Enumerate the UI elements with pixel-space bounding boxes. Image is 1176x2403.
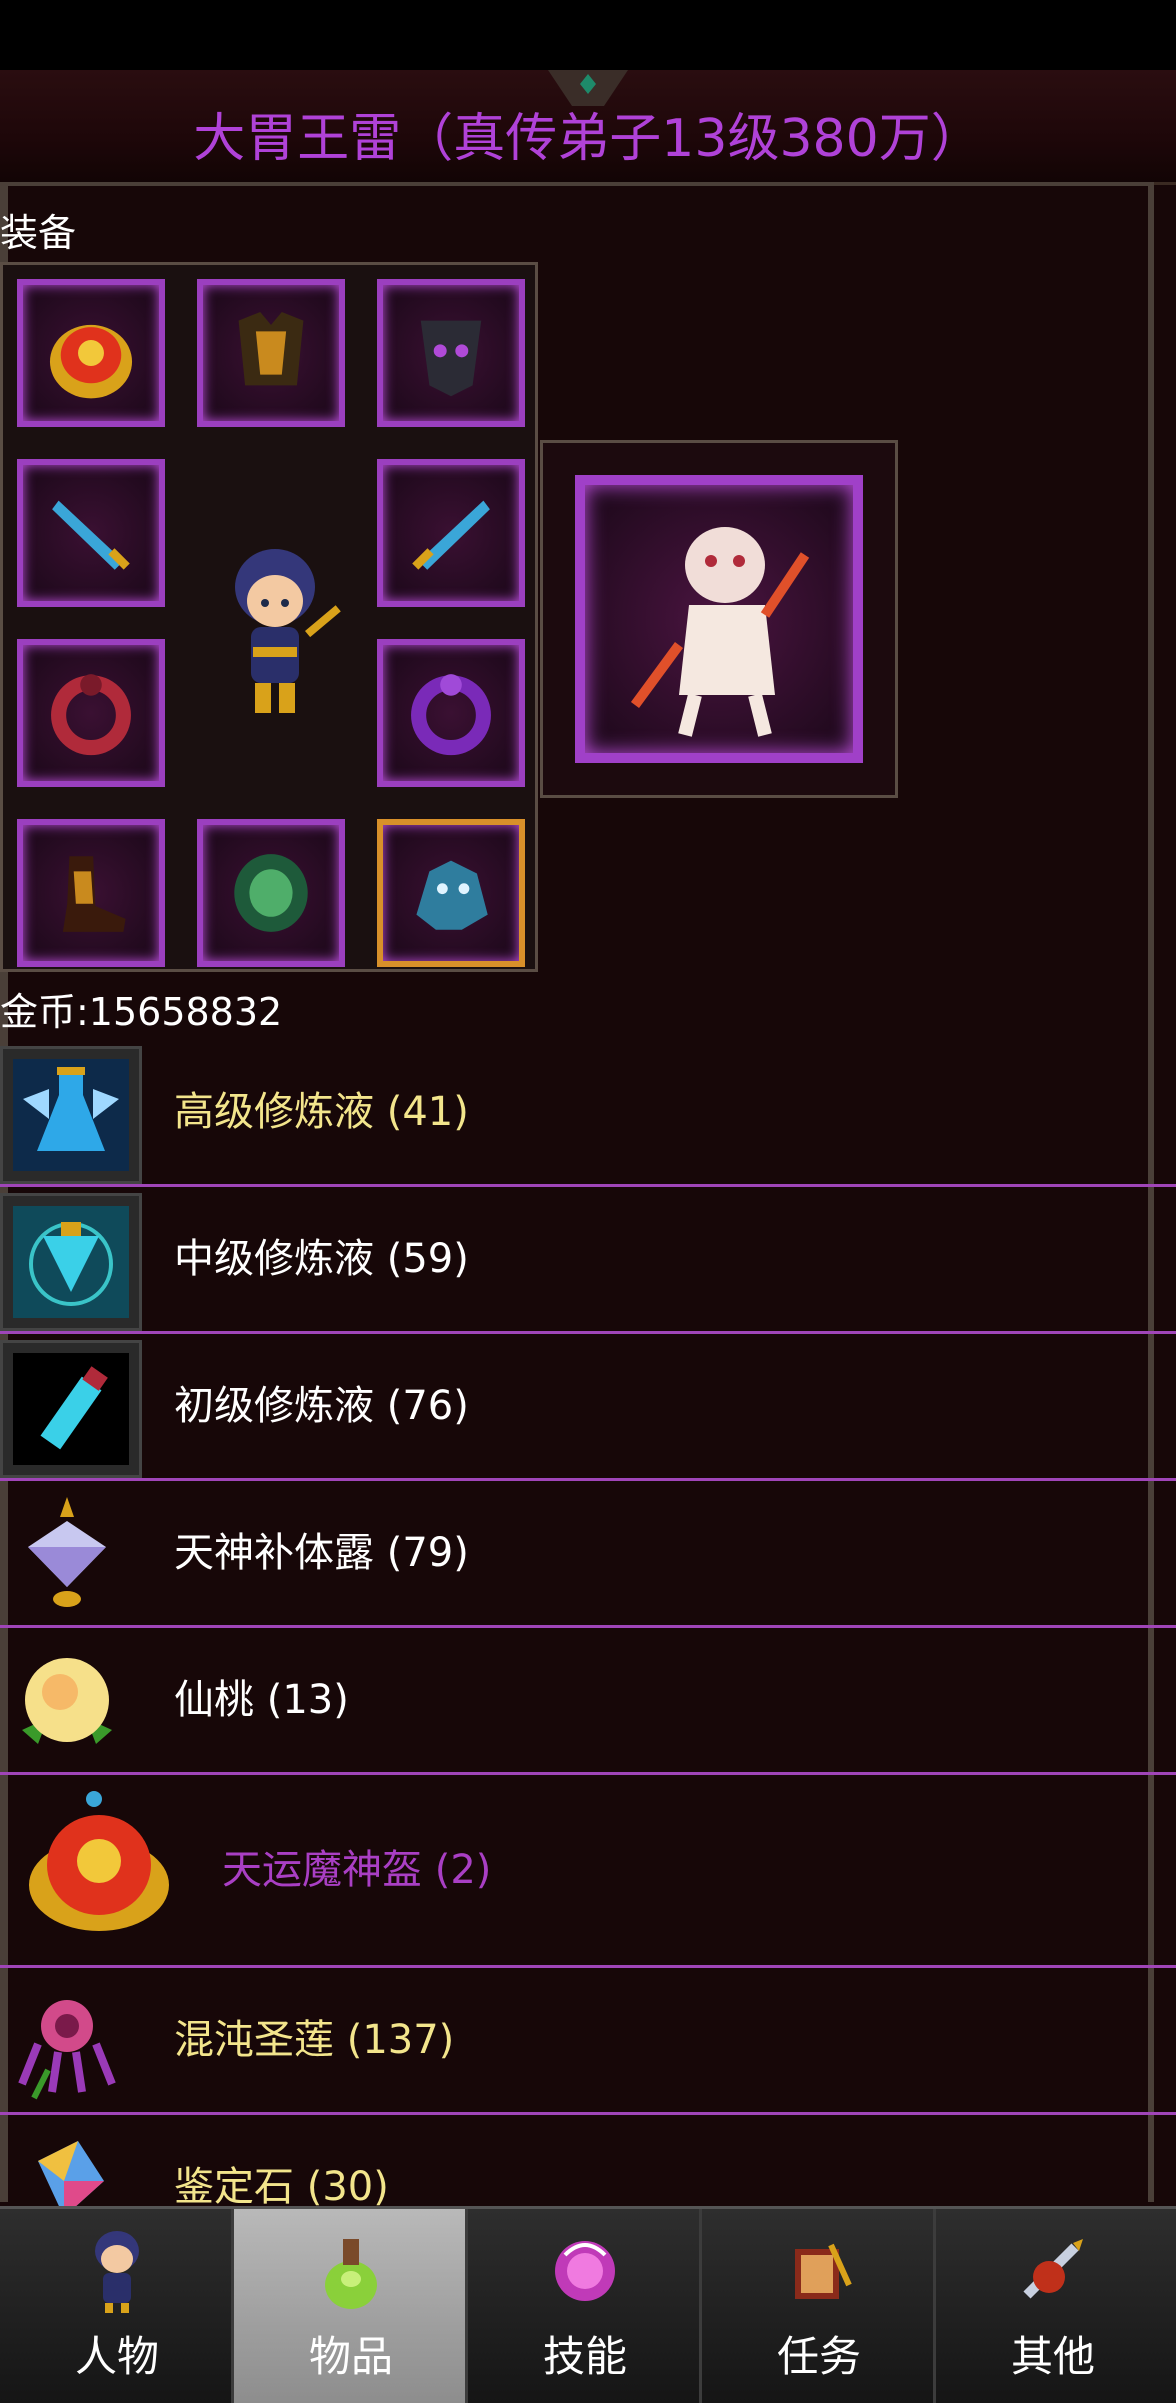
tab-label: 技能	[542, 2332, 627, 2381]
item-name: 高级修炼液 (41)	[174, 1089, 469, 1135]
list-item[interactable]: 初级修炼液 (76)	[0, 1334, 1176, 1481]
item-icon-frame	[0, 1046, 142, 1184]
tab-character[interactable]: 人物	[0, 2209, 234, 2403]
tab-other[interactable]: 其他	[936, 2209, 1170, 2403]
list-item[interactable]: 混沌圣莲 (137)	[0, 1968, 1176, 2115]
vial-icon	[13, 1353, 129, 1465]
tab-label: 物品	[308, 2332, 393, 2381]
equipment-slot-boots[interactable]	[17, 819, 165, 967]
equipment-slot-weapon-left[interactable]	[17, 459, 165, 607]
boots-icon	[62, 856, 126, 932]
equipment-slot-mount[interactable]	[377, 819, 525, 967]
tab-label: 人物	[74, 2332, 159, 2381]
mount-icon	[416, 860, 488, 930]
sword-icon	[52, 500, 130, 570]
equipment-slot-helmet[interactable]	[17, 279, 165, 427]
equipment-slot-ring-right[interactable]	[377, 639, 525, 787]
equipment-slot-mask[interactable]	[377, 279, 525, 427]
skill-icon	[555, 2241, 615, 2301]
lotus-icon	[18, 2000, 116, 2100]
other-icon	[1023, 2239, 1083, 2299]
equipment-slot-ring-left[interactable]	[17, 639, 165, 787]
item-name: 中级修炼液 (59)	[174, 1236, 469, 1282]
armor-icon	[238, 311, 304, 386]
peach-icon	[22, 1658, 112, 1744]
item-icon-frame	[0, 1193, 142, 1331]
equipment-slot-armor[interactable]	[197, 279, 345, 427]
tab-label: 其他	[1010, 2332, 1095, 2381]
bottom-nav: 人物 物品 技能 任务 其他	[0, 2206, 1176, 2403]
equipment-panel	[0, 262, 538, 972]
equipment-slot-belt[interactable]	[197, 819, 345, 967]
list-item[interactable]: 仙桃 (13)	[0, 1628, 1176, 1775]
tab-skills[interactable]: 技能	[468, 2209, 702, 2403]
tab-quests[interactable]: 任务	[702, 2209, 936, 2403]
equipment-label: 装备	[0, 211, 77, 255]
item-icon-frame	[0, 1340, 142, 1478]
bag-icon	[325, 2239, 377, 2309]
crystal-icon	[28, 1497, 106, 1607]
potion-flask-icon	[13, 1059, 129, 1171]
ornament-icon	[548, 70, 628, 106]
monkey-pet-icon	[630, 527, 810, 737]
potion-bottle-icon	[13, 1206, 129, 1318]
item-name: 天运魔神盔 (2)	[222, 1847, 492, 1893]
page-title: 大胃王雷（真传弟子13级380万）	[193, 109, 983, 169]
frame-border-top	[0, 182, 1154, 186]
ring-icon	[411, 674, 491, 756]
mask-icon	[420, 320, 482, 397]
belt-icon	[234, 854, 308, 932]
list-item[interactable]: 天神补体露 (79)	[0, 1481, 1176, 1628]
item-name: 天神补体露 (79)	[174, 1530, 469, 1576]
ring-icon	[51, 674, 131, 756]
pet-slot[interactable]	[575, 475, 863, 763]
pet-panel	[540, 440, 898, 798]
equipment-slot-weapon-right[interactable]	[377, 459, 525, 607]
list-item[interactable]: 高级修炼液 (41)	[0, 1040, 1176, 1187]
quest-icon	[795, 2243, 852, 2299]
helmet-icon	[29, 1791, 169, 1931]
character-icon	[95, 2231, 139, 2313]
tab-items[interactable]: 物品	[234, 2209, 468, 2403]
hero-avatar	[235, 549, 341, 713]
list-item[interactable]: 中级修炼液 (59)	[0, 1187, 1176, 1334]
tab-label: 任务	[776, 2332, 861, 2381]
item-name: 混沌圣莲 (137)	[174, 2017, 455, 2063]
item-name: 初级修炼液 (76)	[174, 1383, 469, 1429]
list-item[interactable]: 天运魔神盔 (2)	[0, 1775, 1176, 1968]
item-name: 仙桃 (13)	[174, 1677, 349, 1723]
helmet-icon	[49, 324, 133, 399]
gold-counter: 金币:15658832	[0, 990, 283, 1034]
status-bar	[0, 0, 1176, 70]
sword-icon	[412, 500, 490, 570]
